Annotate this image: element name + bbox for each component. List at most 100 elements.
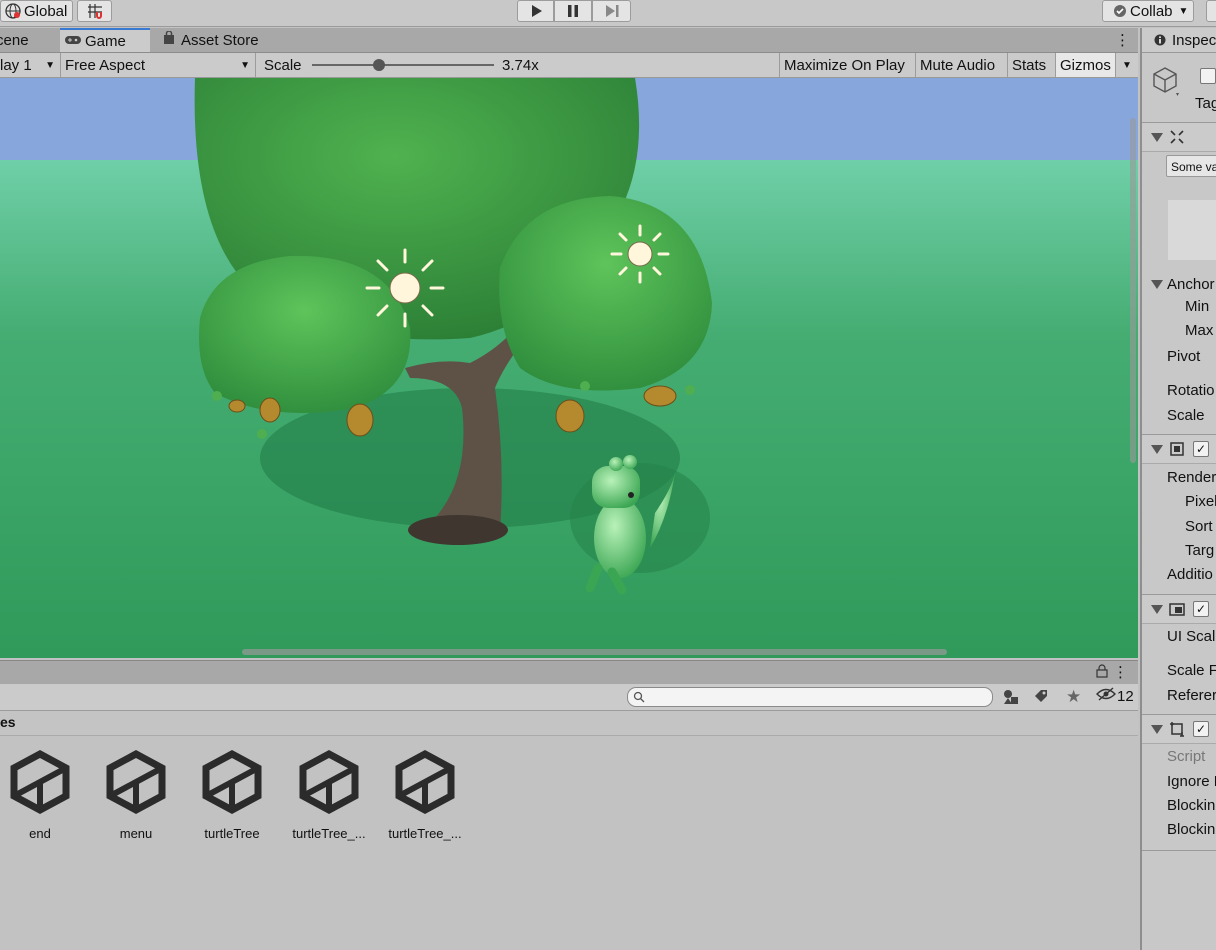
play-button[interactable] [517, 0, 554, 22]
trunk-base [408, 515, 508, 545]
tab-scene-label: Scene [0, 31, 29, 49]
scale-slider[interactable] [312, 59, 494, 71]
grid-snap-icon [86, 2, 104, 20]
tab-asset-store-label: Asset Store [181, 31, 259, 49]
tab-game[interactable]: Game [60, 28, 150, 52]
hidden-count: 12 [1117, 687, 1134, 705]
scale-value: 3.74x [502, 56, 539, 74]
filter-by-label-icon[interactable] [1033, 688, 1049, 708]
account-button[interactable] [1206, 0, 1216, 22]
sort-order-label: Sort [1185, 518, 1213, 535]
pivot-label: Pivot [1167, 348, 1201, 365]
search-input[interactable] [627, 687, 993, 707]
game-panel-tabbar: Scene Game Asset Store ⋮ [0, 28, 1138, 53]
canvas-component-header[interactable]: ✓ [1142, 434, 1216, 464]
raycaster-enabled-checkbox[interactable]: ✓ [1193, 721, 1209, 737]
asset-item-turtletree-2[interactable]: turtleTree_... [281, 750, 377, 841]
favorite-star-icon[interactable]: ★ [1066, 687, 1081, 707]
global-toggle[interactable]: Global [0, 0, 73, 22]
lock-icon[interactable] [1096, 664, 1108, 682]
unity-scene-icon [104, 750, 168, 818]
game-view-controls: lay 1 ▼ Free Aspect ▼ Scale 3.74x Maximi… [0, 53, 1138, 78]
eye-hidden-icon [1096, 687, 1116, 705]
dropdown-arrow-icon: ▼ [1122, 59, 1132, 71]
panel-menu-icon[interactable]: ⋮ [1115, 31, 1130, 49]
asset-label: end [29, 826, 51, 841]
active-checkbox[interactable] [1200, 68, 1216, 84]
scale-factor-label: Scale F [1167, 662, 1216, 679]
globe-icon [4, 2, 22, 20]
shopping-bag-icon [162, 30, 176, 49]
mute-audio-toggle[interactable]: Mute Audio [916, 53, 1008, 77]
search-icon [633, 690, 645, 707]
script-label: Script [1167, 748, 1206, 765]
tree-canopy-left [199, 255, 411, 413]
anchor-preset-dropdown[interactable]: Some va [1166, 155, 1216, 177]
asset-item-turtletree-3[interactable]: turtleTree_... [377, 750, 473, 841]
hidden-packages-toggle[interactable]: 12 [1096, 687, 1134, 705]
inspector-tab[interactable]: Inspec [1142, 28, 1216, 53]
gizmos-dropdown[interactable]: ▼ [1116, 53, 1138, 77]
stats-toggle[interactable]: Stats [1008, 53, 1056, 77]
pixel-perfect-label: Pixel [1185, 493, 1216, 510]
graphic-raycaster-header[interactable]: ✓ [1142, 714, 1216, 744]
project-toolbar: ★ 12 [0, 684, 1138, 711]
tab-asset-store[interactable]: Asset Store [158, 28, 273, 52]
anchors-foldout-icon[interactable] [1151, 280, 1163, 289]
tag-label: Tag [1195, 95, 1216, 112]
gizmos-toggle[interactable]: Gizmos [1056, 53, 1116, 77]
blocking-objects-label: Blockin [1167, 797, 1216, 814]
light-gizmo-sun-icon [610, 224, 670, 284]
aspect-label: Free Aspect [65, 56, 146, 74]
raycaster-icon [1169, 721, 1185, 741]
collab-label: Collab [1130, 2, 1173, 20]
gamepad-icon [64, 33, 82, 50]
display-label: lay 1 [0, 56, 32, 74]
canvas-enabled-checkbox[interactable]: ✓ [1193, 441, 1209, 457]
maximize-label: Maximize On Play [784, 56, 905, 74]
inspector-tab-label: Inspec [1172, 32, 1216, 49]
display-dropdown[interactable]: lay 1 ▼ [0, 53, 61, 77]
rotation-label: Rotatio [1167, 382, 1215, 399]
anchor-preset-preview[interactable] [1168, 200, 1216, 260]
asset-item-menu[interactable]: menu [88, 750, 184, 841]
maximize-on-play-toggle[interactable]: Maximize On Play [780, 53, 916, 77]
dropdown-arrow-icon: ▼ [45, 59, 55, 71]
canvas-scaler-icon [1169, 601, 1185, 621]
game-viewport[interactable] [0, 78, 1138, 658]
reference-pixels-label: Referer [1167, 687, 1216, 704]
panel-menu-icon[interactable]: ⋮ [1113, 663, 1128, 681]
asset-item-turtletree[interactable]: turtleTree [184, 750, 280, 841]
game-scene [0, 78, 1138, 658]
scale-field-label: Scale [1167, 407, 1205, 424]
horizontal-scrollbar[interactable] [242, 649, 947, 655]
step-button[interactable] [592, 0, 631, 22]
pause-button[interactable] [554, 0, 592, 22]
tab-scene[interactable]: Scene [0, 28, 58, 52]
project-panel-tabbar: ⋮ [0, 660, 1138, 685]
filter-by-type-icon[interactable] [1002, 688, 1020, 710]
anchor-max-label: Max [1185, 322, 1214, 339]
rect-transform-icon [1169, 129, 1185, 149]
aspect-dropdown[interactable]: Free Aspect ▼ [61, 53, 256, 77]
canvas-scaler-enabled-checkbox[interactable]: ✓ [1193, 601, 1209, 617]
play-icon [529, 4, 543, 18]
scale-slider-thumb[interactable] [373, 59, 386, 71]
stats-label: Stats [1012, 56, 1047, 74]
tab-game-label: Game [85, 32, 126, 50]
collab-dropdown[interactable]: Collab ▼ [1102, 0, 1194, 22]
anchor-min-label: Min [1185, 298, 1210, 315]
canvas-icon [1169, 441, 1185, 461]
render-mode-label: Render [1167, 469, 1216, 486]
snap-button[interactable] [77, 0, 112, 22]
asset-label: menu [119, 826, 153, 841]
light-gizmo-sun-icon [365, 248, 445, 328]
vertical-scrollbar[interactable] [1130, 118, 1136, 463]
asset-label: turtleTree [204, 826, 260, 841]
pause-icon [566, 4, 580, 18]
canvas-scaler-header[interactable]: ✓ [1142, 594, 1216, 624]
breadcrumb-folder[interactable]: es [0, 714, 16, 730]
breadcrumb: es [0, 711, 1138, 736]
rect-transform-header[interactable] [1142, 122, 1216, 152]
asset-item-end[interactable]: end [0, 750, 88, 841]
